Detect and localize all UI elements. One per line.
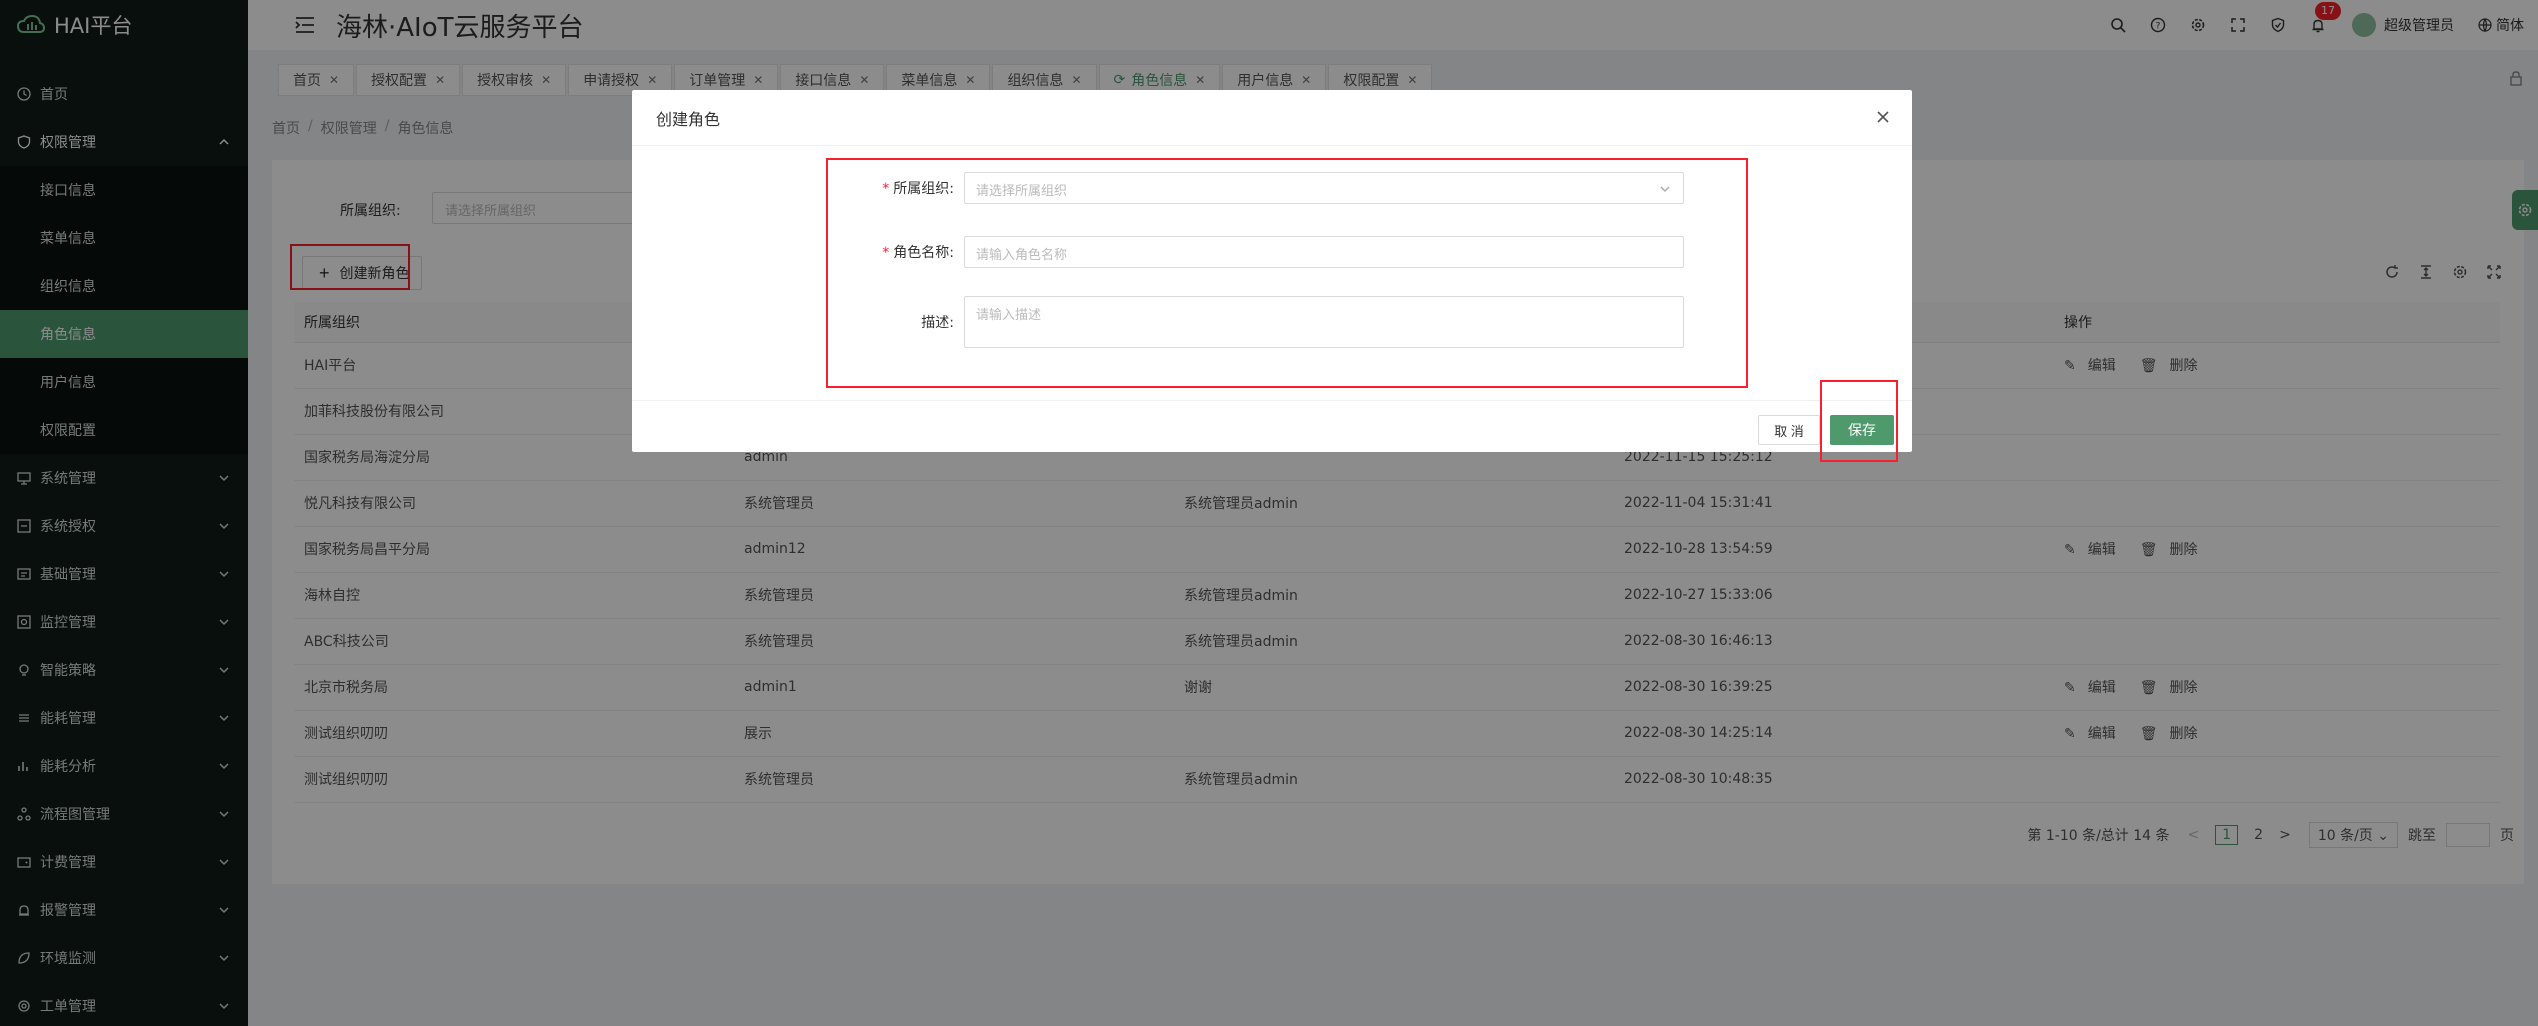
create-role-modal: 创建角色 * 所属组织: 请选择所属组织 * 角色名称: 请输入角色名称 描述: 请…: [632, 90, 1912, 462]
modal-title: 创建角色: [656, 109, 721, 129]
modal-header: 创建角色: [632, 90, 1912, 146]
modal-footer: 取 消 保存: [632, 400, 1912, 452]
close-icon[interactable]: [1874, 108, 1892, 126]
highlight-box-save: [1820, 380, 1898, 462]
highlight-box-form: [826, 158, 1748, 388]
cancel-button[interactable]: 取 消: [1758, 415, 1820, 445]
